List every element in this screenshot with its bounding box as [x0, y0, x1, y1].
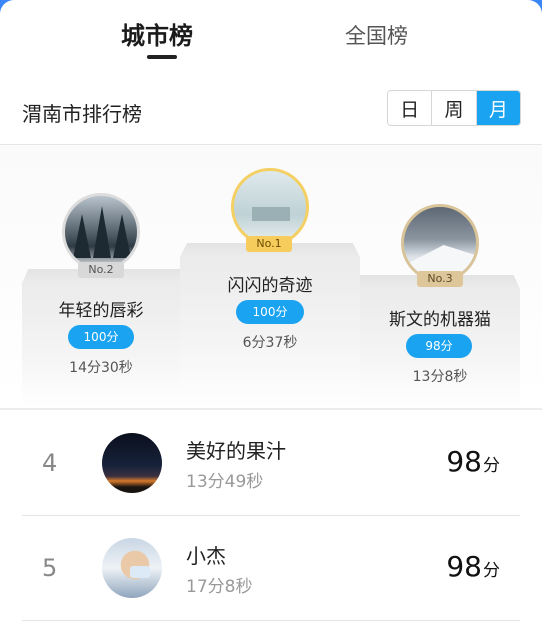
- region-title: 渭南市排行榜: [22, 102, 142, 126]
- section-divider: [0, 408, 542, 410]
- podium-time-second: 14分30秒: [69, 360, 133, 376]
- period-toggle: 日 周 月: [387, 90, 521, 126]
- rank-badge-first: No.1: [246, 236, 292, 252]
- score-unit: 分: [483, 456, 500, 476]
- avatar-first[interactable]: [231, 168, 309, 246]
- period-week-button[interactable]: 周: [432, 91, 477, 125]
- corner-decoration: [528, 0, 542, 14]
- podium-name-third: 斯文的机器猫: [389, 310, 491, 330]
- score-value: 98: [446, 445, 482, 478]
- ranking-time: 13分49秒: [186, 472, 264, 492]
- ranking-time: 17分8秒: [186, 577, 253, 597]
- podium-name-first: 闪闪的奇迹: [227, 276, 313, 296]
- score-pill-first: 100分: [236, 300, 304, 324]
- corner-decoration: [0, 0, 14, 14]
- ranking-position: 5: [42, 554, 58, 582]
- period-day-button[interactable]: 日: [388, 91, 433, 125]
- score-value: 98: [446, 550, 482, 583]
- header-tabs: 城市榜 全国榜: [0, 0, 542, 72]
- avatar-second[interactable]: [62, 193, 140, 271]
- avatar[interactable]: [102, 538, 162, 598]
- ranking-score: 98分: [446, 550, 500, 583]
- region-header: 渭南市排行榜 日 周 月: [0, 82, 542, 145]
- ranking-name: 美好的果汁: [186, 439, 286, 463]
- tab-city-ranking[interactable]: 城市榜: [121, 16, 193, 51]
- score-pill-second: 100分: [68, 325, 134, 349]
- rank-badge-second: No.2: [78, 262, 124, 278]
- tab-national-ranking[interactable]: 全国榜: [345, 20, 408, 50]
- podium-name-second: 年轻的唇彩: [58, 301, 144, 321]
- ranking-score: 98分: [446, 445, 500, 478]
- score-unit: 分: [483, 561, 500, 581]
- ranking-row[interactable]: 5 小杰 17分8秒 98分: [22, 516, 520, 621]
- period-month-button[interactable]: 月: [476, 91, 520, 125]
- podium-stand-first: [180, 243, 360, 407]
- active-tab-indicator: [147, 55, 177, 59]
- ranking-row[interactable]: 4 美好的果汁 13分49秒 98分: [22, 411, 520, 516]
- podium-time-first: 6分37秒: [242, 335, 298, 351]
- ranking-name: 小杰: [186, 544, 226, 568]
- score-pill-third: 98分: [406, 334, 472, 358]
- podium: No.2 No.1 No.3 年轻的唇彩 闪闪的奇迹 斯文的机器猫 100分 1…: [0, 145, 542, 407]
- podium-time-third: 13分8秒: [412, 369, 468, 385]
- ranking-position: 4: [42, 449, 58, 477]
- rank-badge-third: No.3: [417, 271, 463, 287]
- avatar[interactable]: [102, 433, 162, 493]
